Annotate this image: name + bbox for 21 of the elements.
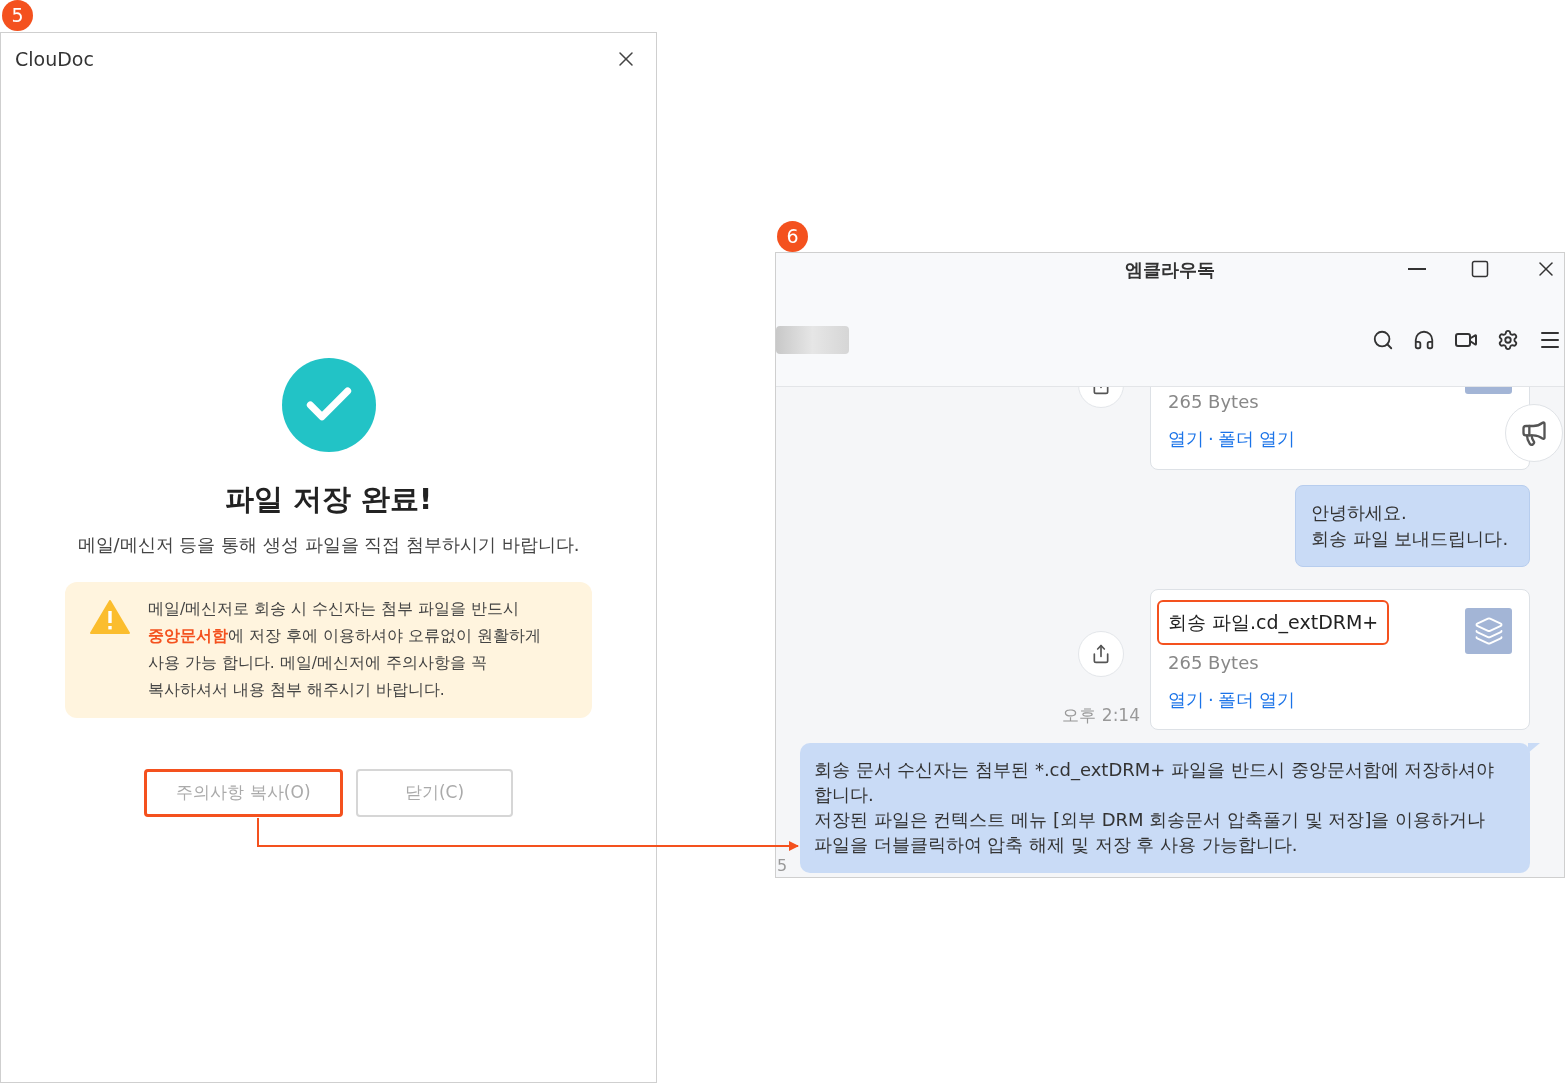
separator-dot: · [1208,427,1214,451]
file-size: 265 Bytes [1168,390,1259,414]
window-title: ClouDoc [15,47,94,72]
file-size: 265 Bytes [1168,650,1259,675]
clipped-text: 5 [777,857,788,875]
dialog-subtitle: 메일/메신저 등을 통해 생성 파일을 직접 첨부하시기 바랍니다. [77,533,580,557]
copy-notice-button[interactable]: 주의사항 복사(O) [144,769,343,817]
message-time: 오후 2:14 [1062,703,1140,727]
step-number-badge: 5 [2,0,33,31]
warning-text: 메일/메신저로 회송 시 수신자는 첨부 파일을 반드시 중앙문서함에 저장 후에 이용하셔야 오류없이 원활하게 사용 가능 합니다. 메일/메신저에 주의사항을 꼭 복사하셔서 내용 첨부 해주시기 바랍니다. [148,599,541,701]
file-name: 회송 파일.cd_extDRM+ [1157,600,1390,645]
step-number-badge: 6 [777,221,808,252]
open-folder-link[interactable]: 폴더 열기 [1217,685,1296,713]
window-title: 엠클라우독 [1125,257,1215,282]
dialog-heading: 파일 저장 완료! [224,480,433,518]
message-bubble: 안녕하세요. 회송 파일 보내드립니다. [1295,485,1530,567]
open-link[interactable]: 열기 [1168,685,1204,713]
open-link[interactable]: 열기 [1168,425,1204,452]
open-folder-link[interactable]: 폴더 열기 [1217,425,1296,452]
close-dialog-button[interactable]: 닫기(C) [356,769,513,817]
separator-dot: · [1208,687,1214,712]
